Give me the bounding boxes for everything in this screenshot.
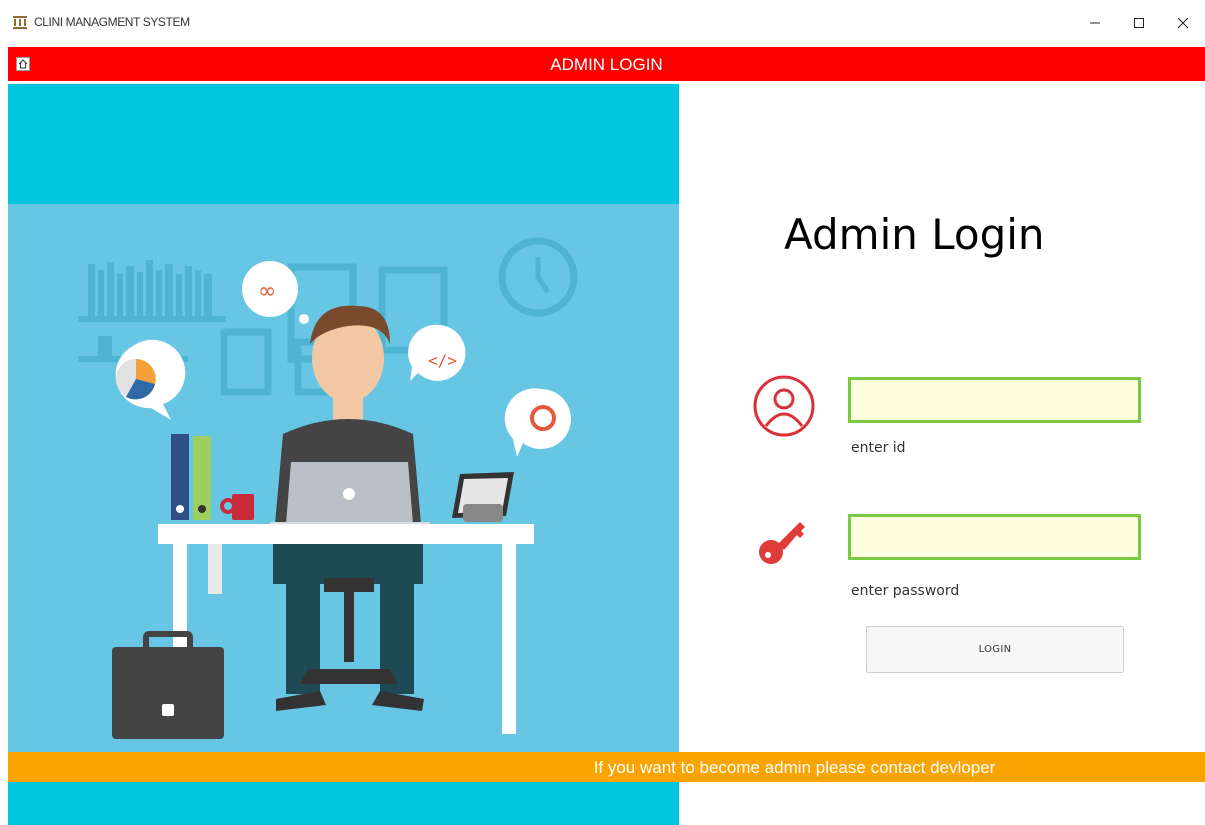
maximize-button[interactable] xyxy=(1116,8,1162,38)
login-panel: Admin Login enter id enter password LOGI… xyxy=(679,84,1205,825)
password-input[interactable] xyxy=(848,514,1141,560)
illustration-panel: ∞ </> xyxy=(8,84,679,825)
id-input[interactable] xyxy=(848,377,1141,423)
password-label: enter password xyxy=(851,583,960,599)
header-bar: ADMIN LOGIN xyxy=(8,47,1205,81)
login-button[interactable]: LOGIN xyxy=(866,626,1124,673)
minimize-icon xyxy=(1090,22,1100,24)
maximize-icon xyxy=(1134,18,1144,28)
footer-message-wrapper: If you want to become admin please conta… xyxy=(8,759,1205,777)
developer-illustration: ∞ </> xyxy=(8,84,679,825)
bottom-cyan-strip xyxy=(8,782,679,825)
id-label: enter id xyxy=(851,440,906,456)
close-button[interactable] xyxy=(1160,8,1205,38)
window-titlebar: CLINI MANAGMENT SYSTEM xyxy=(0,0,1205,44)
minimize-button[interactable] xyxy=(1072,8,1118,38)
app-icon xyxy=(12,14,28,30)
svg-text:</>: </> xyxy=(428,351,457,370)
footer-message: If you want to become admin please conta… xyxy=(593,758,996,777)
close-icon xyxy=(1177,17,1189,29)
user-circle-icon xyxy=(752,374,816,443)
login-heading: Admin Login xyxy=(784,210,1045,259)
footer-bar: If you want to become admin please conta… xyxy=(8,752,1205,782)
svg-text:∞: ∞ xyxy=(258,279,276,304)
window-title: CLINI MANAGMENT SYSTEM xyxy=(34,15,190,29)
key-icon xyxy=(758,512,810,573)
header-title: ADMIN LOGIN xyxy=(550,55,663,74)
